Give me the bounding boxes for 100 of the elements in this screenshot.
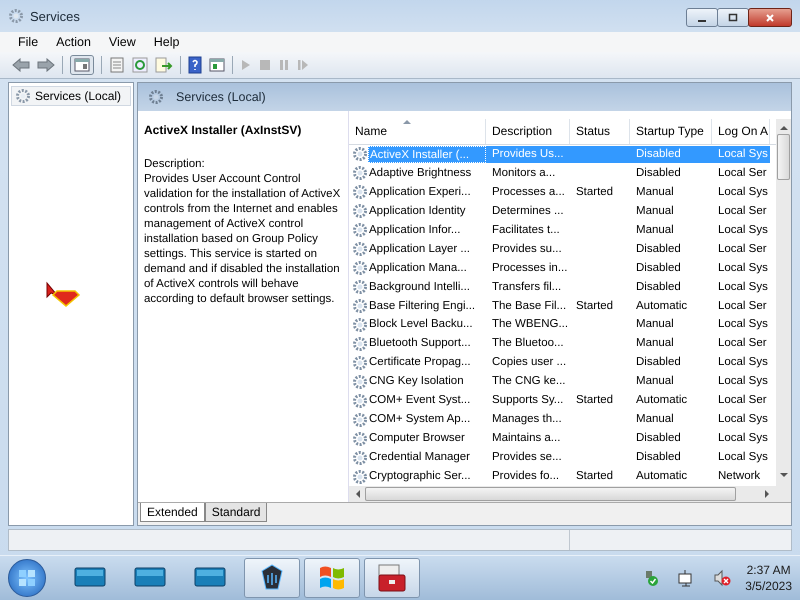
speaker-muted-icon[interactable] <box>713 569 732 587</box>
column-header[interactable]: Name <box>349 119 486 144</box>
table-cell-text: Manual <box>635 412 675 428</box>
service-name-cell[interactable]: Base Filtering Engi... <box>368 298 486 315</box>
description-label: Description: <box>144 157 206 172</box>
refresh-icon[interactable] <box>132 57 148 73</box>
table-cell-text: Monitors a... <box>491 166 556 181</box>
menu-item[interactable]: Help <box>144 35 188 49</box>
flag-icon <box>317 564 347 592</box>
properties-icon[interactable] <box>109 57 125 73</box>
service-name-cell[interactable]: Certificate Propag... <box>368 354 486 372</box>
gear-icon <box>352 222 368 238</box>
close-icon <box>765 12 775 22</box>
monitor-icon[interactable] <box>74 567 106 589</box>
table-cell-text: Manual <box>635 374 675 390</box>
table-cell-text: Manual <box>635 204 675 219</box>
table-cell-text: Disabled <box>635 280 682 295</box>
scroll-left-icon[interactable] <box>355 490 361 498</box>
service-name-cell[interactable]: Bluetooth Support... <box>368 335 486 352</box>
table-cell-text: Automatic <box>635 393 688 408</box>
view-tab[interactable]: Extended <box>140 503 205 522</box>
service-name-cell[interactable]: Application Infor... <box>368 222 486 239</box>
table-cell-text: Local Sys <box>717 412 769 428</box>
back-arrow-icon[interactable] <box>12 58 30 72</box>
column-header[interactable]: Log On A <box>712 119 770 144</box>
table-cell-text: Local Sys <box>717 431 769 446</box>
service-name-cell[interactable]: COM+ System Ap... <box>368 411 486 428</box>
table-cell-text: Transfers fil... <box>491 280 562 295</box>
taskbar-button[interactable] <box>244 558 300 598</box>
gear-icon <box>352 184 368 200</box>
table-cell-text: Local Ser <box>717 336 768 352</box>
help-icon[interactable] <box>188 56 202 74</box>
taskbar-button[interactable] <box>364 558 420 598</box>
description-text: Provides User Account Control validation for the installation of ActiveX controls from the Internet and enables management of ActiveX control installation based on Group Policy settings. This service is started on demand and if disabled the installation of ActiveX controls will behave according to default browser settings. <box>144 172 342 307</box>
column-header[interactable]: Description <box>486 119 570 144</box>
console-tree-button[interactable] <box>70 55 94 75</box>
gear-icon <box>352 468 368 485</box>
gear-icon <box>352 146 368 162</box>
monitor-icon[interactable] <box>194 567 226 589</box>
service-name-cell[interactable]: Cryptographic Ser... <box>368 468 486 486</box>
close-button[interactable] <box>748 8 792 27</box>
service-name-cell[interactable]: CNG Key Isolation <box>368 373 486 390</box>
window-title: Services <box>30 8 80 24</box>
service-name-cell[interactable]: Credential Manager <box>368 449 486 466</box>
service-name-cell[interactable]: Background Intelli... <box>368 278 486 296</box>
clock-date[interactable]: 3/5/2023 <box>745 578 792 594</box>
gear-icon <box>352 374 368 390</box>
view-tab[interactable]: Standard <box>204 503 268 522</box>
gear-icon <box>352 354 368 371</box>
clock-time[interactable]: 2:37 AM <box>746 562 791 578</box>
table-cell-text: Determines ... <box>491 204 565 219</box>
menu-item[interactable]: Action <box>47 35 100 49</box>
service-name-cell[interactable]: Application Mana... <box>368 260 486 277</box>
table-cell-text: The WBENG... <box>491 317 570 332</box>
table-cell-text: Facilitates t... <box>491 222 561 238</box>
tree-item[interactable]: Services (Local) <box>11 86 131 106</box>
service-name-cell[interactable]: Application Identity <box>368 202 486 220</box>
gear-icon <box>352 241 368 258</box>
table-cell-text: Manual <box>635 336 675 352</box>
table-cell-text: Local Sys <box>717 374 769 390</box>
table-cell-text: Local Sys <box>717 280 769 295</box>
column-header[interactable]: Status <box>570 119 630 144</box>
gear-icon <box>8 8 24 24</box>
service-name-cell[interactable]: Computer Browser <box>368 430 486 448</box>
scroll-thumb[interactable] <box>777 134 790 180</box>
start-button[interactable] <box>8 559 46 597</box>
table-cell-text: Provides fo... <box>491 469 560 484</box>
minimize-button[interactable] <box>686 8 718 27</box>
scroll-down-icon[interactable] <box>780 472 788 478</box>
forward-arrow-icon[interactable] <box>37 58 55 72</box>
scroll-right-icon[interactable] <box>764 490 770 498</box>
service-name-cell[interactable]: Application Layer ... <box>368 240 486 258</box>
gear-icon <box>148 89 164 105</box>
table-cell-text: Disabled <box>635 431 682 446</box>
table-cell-text: Disabled <box>635 260 682 276</box>
service-name-cell[interactable]: COM+ Event Syst... <box>368 392 486 410</box>
export-icon[interactable] <box>155 57 173 73</box>
service-name-cell[interactable]: Application Experi... <box>368 184 486 201</box>
table-cell-text: Disabled <box>635 242 682 257</box>
service-name-cell[interactable]: Block Level Backu... <box>368 316 486 334</box>
table-cell-text: Started <box>575 393 614 408</box>
horizontal-scrollbar[interactable] <box>349 486 776 502</box>
action-pane-icon[interactable] <box>209 58 225 72</box>
service-name-cell[interactable]: Adaptive Brightness <box>368 164 486 182</box>
table-cell-text: Local Sys <box>717 260 769 276</box>
table-cell-text: Provides se... <box>491 450 563 466</box>
monitor-icon[interactable] <box>134 567 166 589</box>
table-cell-text: Manual <box>635 222 675 238</box>
table-cell-text: Supports Sy... <box>491 393 564 408</box>
gear-icon <box>352 316 368 333</box>
maximize-button[interactable] <box>717 8 749 27</box>
gear-icon <box>352 298 368 314</box>
vertical-scrollbar[interactable] <box>776 119 791 502</box>
table-cell-text: Local Sys <box>717 450 769 466</box>
menu-item[interactable]: View <box>100 35 145 49</box>
column-header[interactable]: Startup Type <box>630 119 712 144</box>
gear-icon <box>352 430 368 447</box>
menu-item[interactable]: File <box>10 35 48 49</box>
scroll-up-icon[interactable] <box>780 125 788 131</box>
table-cell-text: Local Ser <box>717 166 768 181</box>
